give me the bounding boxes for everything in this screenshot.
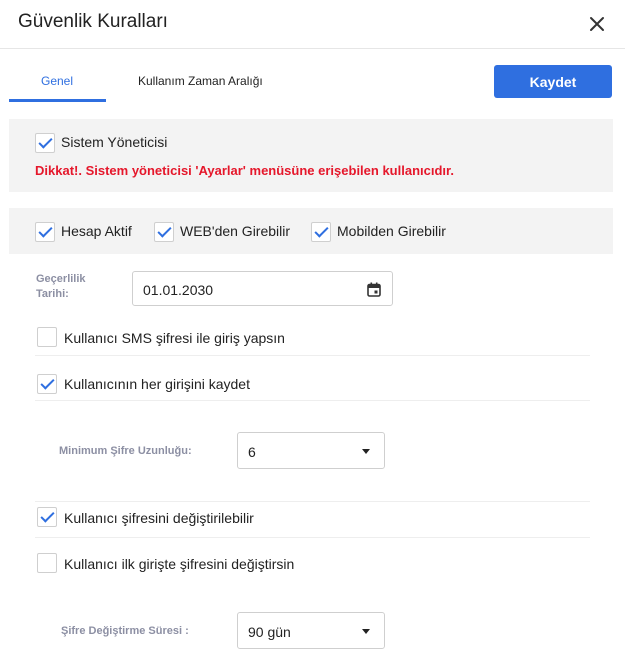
web-girebilir-checkbox[interactable] xyxy=(154,222,174,242)
gecerlilik-tarihi-label: Geçerlilik Tarihi: xyxy=(36,273,86,300)
sifre-degistirilebilir-checkbox[interactable] xyxy=(37,507,57,527)
sifre-degistirme-suresi-label: Şifre Değiştirme Süresi : xyxy=(61,625,189,637)
calendar-icon[interactable] xyxy=(367,282,381,297)
divider xyxy=(35,400,590,401)
dialog-title: Güvenlik Kuralları xyxy=(18,11,168,32)
chevron-down-icon xyxy=(362,449,370,454)
ilk-giris-sifre-label: Kullanıcı ilk girişte şifresini değiştir… xyxy=(64,556,295,572)
divider xyxy=(35,537,590,538)
divider xyxy=(35,501,590,502)
giris-kaydet-label: Kullanıcının her girişini kaydet xyxy=(64,376,250,392)
divider xyxy=(35,355,590,356)
hesap-aktif-label: Hesap Aktif xyxy=(61,223,132,239)
gecerlilik-tarihi-value: 01.01.2030 xyxy=(143,282,214,298)
sms-sifre-checkbox[interactable] xyxy=(37,327,57,347)
hesap-aktif-checkbox[interactable] xyxy=(35,222,55,242)
ilk-giris-sifre-checkbox[interactable] xyxy=(37,553,57,573)
sistem-yoneticisi-checkbox[interactable] xyxy=(35,133,55,153)
admin-panel xyxy=(9,119,613,192)
web-girebilir-label: WEB'den Girebilir xyxy=(180,223,291,239)
mobil-girebilir-label: Mobilden Girebilir xyxy=(337,223,446,239)
active-tab-indicator xyxy=(9,99,106,102)
minimum-sifre-uzunlugu-label: Minimum Şifre Uzunluğu: xyxy=(59,445,192,457)
sms-sifre-label: Kullanıcı SMS şifresi ile giriş yapsın xyxy=(64,330,285,346)
dialog-header: Güvenlik Kuralları xyxy=(0,0,625,49)
minimum-sifre-uzunlugu-value: 6 xyxy=(248,444,256,460)
gecerlilik-tarihi-input[interactable]: 01.01.2030 xyxy=(132,271,393,306)
sistem-yoneticisi-label: Sistem Yöneticisi xyxy=(61,134,168,150)
mobil-girebilir-checkbox[interactable] xyxy=(311,222,331,242)
save-button[interactable]: Kaydet xyxy=(494,65,612,98)
chevron-down-icon xyxy=(362,629,370,634)
giris-kaydet-checkbox[interactable] xyxy=(37,374,57,394)
admin-warning-text: Dikkat!. Sistem yöneticisi 'Ayarlar' men… xyxy=(35,163,454,178)
close-icon[interactable] xyxy=(586,13,608,35)
sifre-degistirilebilir-label: Kullanıcı şifresini değiştirilebilir xyxy=(64,510,254,526)
tab-kullanim-zaman-araligi[interactable]: Kullanım Zaman Aralığı xyxy=(138,74,263,88)
minimum-sifre-uzunlugu-select[interactable]: 6 xyxy=(237,432,385,469)
sifre-degistirme-suresi-value: 90 gün xyxy=(248,624,291,640)
sifre-degistirme-suresi-select[interactable]: 90 gün xyxy=(237,612,385,649)
tab-genel[interactable]: Genel xyxy=(41,74,73,88)
